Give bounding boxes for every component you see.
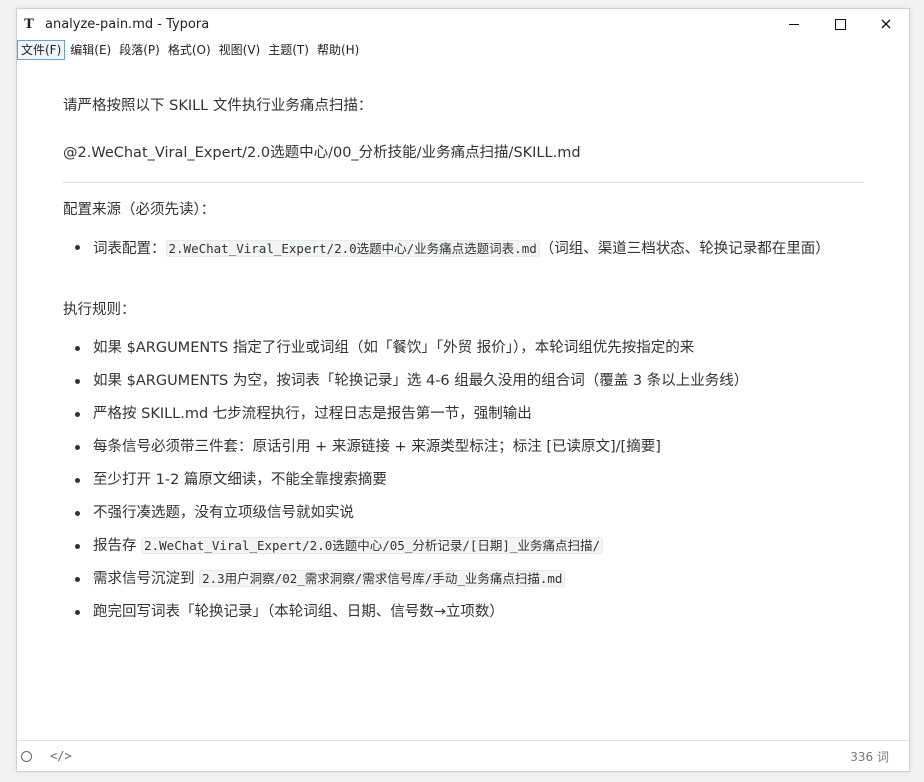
menu-bar: 文件(F) 编辑(E) 段落(P) 格式(O) 视图(V) 主题(T) 帮助(H… (17, 39, 909, 61)
rule-text: 每条信号必须带三件套：原话引用 + 来源链接 + 来源类型标注；标注 [已读原文… (93, 439, 661, 455)
circle-icon[interactable] (21, 750, 32, 762)
rule-text: 如果 $ARGUMENTS 为空，按词表「轮换记录」选 4-6 组最久没用的组合… (93, 373, 749, 389)
maximize-button[interactable] (817, 9, 863, 39)
menu-view[interactable]: 视图(V) (216, 41, 264, 59)
config-suffix: （词组、渠道三档状态、轮换记录都在里面） (539, 241, 830, 257)
close-icon: × (879, 14, 893, 33)
menu-theme[interactable]: 主题(T) (265, 41, 312, 59)
typora-window: T analyze-pain.md - Typora × 文件(F) 编辑(E)… (16, 8, 910, 772)
config-heading[interactable]: 配置来源（必须先读）： (63, 199, 215, 221)
config-list: 词表配置： 2.WeChat_Viral_Expert/2.0选题中心/业务痛点选… (63, 236, 863, 262)
word-count[interactable]: 336 词 (850, 748, 889, 765)
list-item[interactable]: 词表配置： 2.WeChat_Viral_Expert/2.0选题中心/业务痛点选… (63, 236, 863, 262)
rule-text: 至少打开 1-2 篇原文细读，不能全靠搜索摘要 (93, 472, 387, 488)
rules-list: 如果 $ARGUMENTS 指定了行业或词组（如「餐饮」「外贸 报价」），本轮词… (63, 337, 863, 634)
menu-help[interactable]: 帮助(H) (314, 41, 362, 59)
rule-text: 严格按 SKILL.md 七步流程执行，过程日志是报告第一节，强制输出 (93, 406, 532, 422)
horizontal-rule (63, 182, 863, 183)
rule-prefix: 报告存 (93, 538, 142, 554)
intro-paragraph[interactable]: 请严格按照以下 SKILL 文件执行业务痛点扫描： (63, 95, 372, 117)
source-code-icon[interactable]: </> (50, 749, 72, 763)
maximize-icon (834, 18, 846, 30)
minimize-button[interactable] (771, 9, 817, 39)
menu-paragraph[interactable]: 段落(P) (116, 41, 163, 59)
rule-text: 如果 $ARGUMENTS 指定了行业或词组（如「餐饮」「外贸 报价」），本轮词… (93, 340, 695, 356)
minimize-icon (789, 23, 799, 25)
menu-format[interactable]: 格式(O) (165, 41, 214, 59)
list-item[interactable]: 严格按 SKILL.md 七步流程执行，过程日志是报告第一节，强制输出 (63, 403, 863, 436)
config-label: 词表配置： (93, 241, 166, 257)
rule-text: 不强行凑选题，没有立项级信号就如实说 (93, 505, 354, 521)
close-button[interactable]: × (863, 9, 909, 39)
skill-path-paragraph[interactable]: @2.WeChat_Viral_Expert/2.0选题中心/00_分析技能/业… (63, 142, 581, 164)
status-bar: </> 336 词 (17, 740, 909, 771)
rule-text: 跑完回写词表「轮换记录」（本轮词组、日期、信号数→立项数） (93, 604, 504, 620)
window-title: analyze-pain.md - Typora (45, 16, 210, 32)
list-item[interactable]: 报告存 2.WeChat_Viral_Expert/2.0选题中心/05_分析记… (63, 535, 863, 568)
inline-code: 2.3用户洞察/02_需求洞察/需求信号库/手动_业务痛点扫描.md (199, 570, 566, 587)
list-item[interactable]: 如果 $ARGUMENTS 为空，按词表「轮换记录」选 4-6 组最久没用的组合… (63, 370, 863, 403)
menu-edit[interactable]: 编辑(E) (67, 41, 114, 59)
rule-prefix: 需求信号沉淀到 (93, 571, 200, 587)
list-item[interactable]: 需求信号沉淀到 2.3用户洞察/02_需求洞察/需求信号库/手动_业务痛点扫描.… (63, 568, 863, 601)
inline-code: 2.WeChat_Viral_Expert/2.0选题中心/05_分析记录/[日… (141, 537, 603, 554)
list-item[interactable]: 如果 $ARGUMENTS 指定了行业或词组（如「餐饮」「外贸 报价」），本轮词… (63, 337, 863, 370)
inline-code: 2.WeChat_Viral_Expert/2.0选题中心/业务痛点选题词表.m… (165, 240, 540, 257)
rules-heading[interactable]: 执行规则： (63, 299, 136, 321)
list-item[interactable]: 不强行凑选题，没有立项级信号就如实说 (63, 502, 863, 535)
window-controls: × (771, 9, 909, 39)
list-item[interactable]: 至少打开 1-2 篇原文细读，不能全靠搜索摘要 (63, 469, 863, 502)
typora-app-icon: T (24, 16, 34, 32)
title-bar[interactable]: T analyze-pain.md - Typora × (17, 9, 909, 39)
list-item[interactable]: 跑完回写词表「轮换记录」（本轮词组、日期、信号数→立项数） (63, 601, 863, 634)
menu-file[interactable]: 文件(F) (17, 40, 66, 60)
list-item[interactable]: 每条信号必须带三件套：原话引用 + 来源链接 + 来源类型标注；标注 [已读原文… (63, 436, 863, 469)
